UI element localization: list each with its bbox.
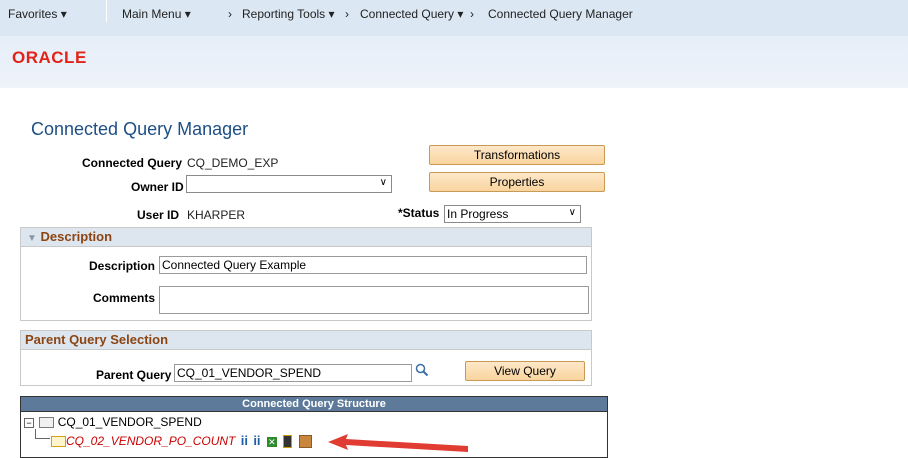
description-section: ▼ Description Description Connected Quer… bbox=[20, 227, 592, 321]
connected-query-value: CQ_DEMO_EXP bbox=[187, 156, 279, 170]
nav-main-menu[interactable]: Main Menu ▾ bbox=[122, 7, 191, 21]
description-section-title: Description bbox=[40, 229, 113, 244]
delete-x-icon[interactable]: ✕ bbox=[266, 436, 277, 447]
owner-id-select[interactable]: ∨ bbox=[186, 175, 392, 193]
add-sibling-icon[interactable]: ii bbox=[241, 433, 248, 448]
nav-reporting-tools[interactable]: Reporting Tools ▾ bbox=[242, 7, 335, 21]
tree-connector-line bbox=[35, 429, 50, 439]
parent-query-section-title: Parent Query Selection bbox=[25, 332, 169, 347]
search-icon[interactable] bbox=[415, 363, 429, 377]
top-navigation-bar: Favorites ▾ Main Menu ▾ › Reporting Tool… bbox=[0, 0, 908, 36]
view-query-button[interactable]: View Query bbox=[465, 361, 585, 381]
transformations-button[interactable]: Transformations bbox=[429, 145, 605, 165]
nav-favorites[interactable]: Favorites ▾ bbox=[8, 7, 67, 21]
tree-child-label[interactable]: CQ_02_VENDOR_PO_COUNT bbox=[66, 434, 235, 448]
comments-textarea[interactable] bbox=[159, 286, 589, 314]
user-id-label: User ID bbox=[137, 208, 180, 222]
breadcrumb-arrow-icon: › bbox=[470, 7, 474, 21]
oracle-logo: ORACLE bbox=[12, 48, 87, 67]
connected-query-label: Connected Query bbox=[82, 156, 183, 170]
folder-icon bbox=[39, 417, 55, 429]
collapse-box-icon[interactable]: − bbox=[24, 417, 34, 428]
chevron-down-icon: ∨ bbox=[379, 177, 387, 188]
folder-icon bbox=[51, 436, 66, 448]
breadcrumb-arrow-icon: › bbox=[345, 7, 349, 21]
parent-query-input[interactable]: CQ_01_VENDOR_SPEND bbox=[174, 364, 412, 382]
collapse-triangle-icon[interactable]: ▼ bbox=[27, 233, 37, 244]
chevron-down-icon: ∨ bbox=[568, 207, 576, 218]
tree-root-node[interactable]: − CQ_01_VENDOR_SPEND bbox=[24, 415, 202, 429]
parent-query-section: Parent Query Selection Parent Query CQ_0… bbox=[20, 330, 592, 386]
user-id-value: KHARPER bbox=[187, 208, 246, 222]
status-label: *Status bbox=[398, 206, 440, 220]
tree-root-label[interactable]: CQ_01_VENDOR_SPEND bbox=[58, 415, 202, 429]
add-child-icon[interactable]: ii bbox=[253, 433, 260, 448]
structure-header: Connected Query Structure bbox=[21, 397, 607, 412]
description-section-header[interactable]: ▼ Description bbox=[21, 228, 591, 247]
parent-query-section-header: Parent Query Selection bbox=[21, 331, 591, 350]
description-input[interactable]: Connected Query Example bbox=[159, 256, 587, 274]
copy-icon[interactable] bbox=[298, 435, 312, 449]
parent-query-label: Parent Query bbox=[96, 368, 172, 382]
nav-divider bbox=[106, 0, 107, 22]
annotation-arrow-icon bbox=[328, 434, 468, 452]
connected-query-structure: Connected Query Structure − CQ_01_VENDOR… bbox=[20, 396, 608, 458]
status-selected-value: In Progress bbox=[447, 207, 509, 221]
page-title: Connected Query Manager bbox=[31, 119, 249, 139]
properties-button[interactable]: Properties bbox=[429, 172, 605, 192]
header-banner bbox=[0, 36, 908, 88]
owner-id-label: Owner ID bbox=[131, 180, 184, 194]
comments-label: Comments bbox=[93, 291, 156, 305]
description-label: Description bbox=[89, 259, 156, 273]
tree-child-node[interactable]: CQ_02_VENDOR_PO_COUNT ii ii ✕ bbox=[51, 433, 312, 449]
breadcrumb-arrow-icon: › bbox=[228, 7, 232, 21]
nav-connected-query-manager[interactable]: Connected Query Manager bbox=[488, 7, 633, 21]
status-select[interactable]: In Progress ∨ bbox=[444, 205, 581, 223]
nav-connected-query[interactable]: Connected Query ▾ bbox=[360, 7, 463, 21]
properties-icon[interactable] bbox=[283, 435, 293, 449]
